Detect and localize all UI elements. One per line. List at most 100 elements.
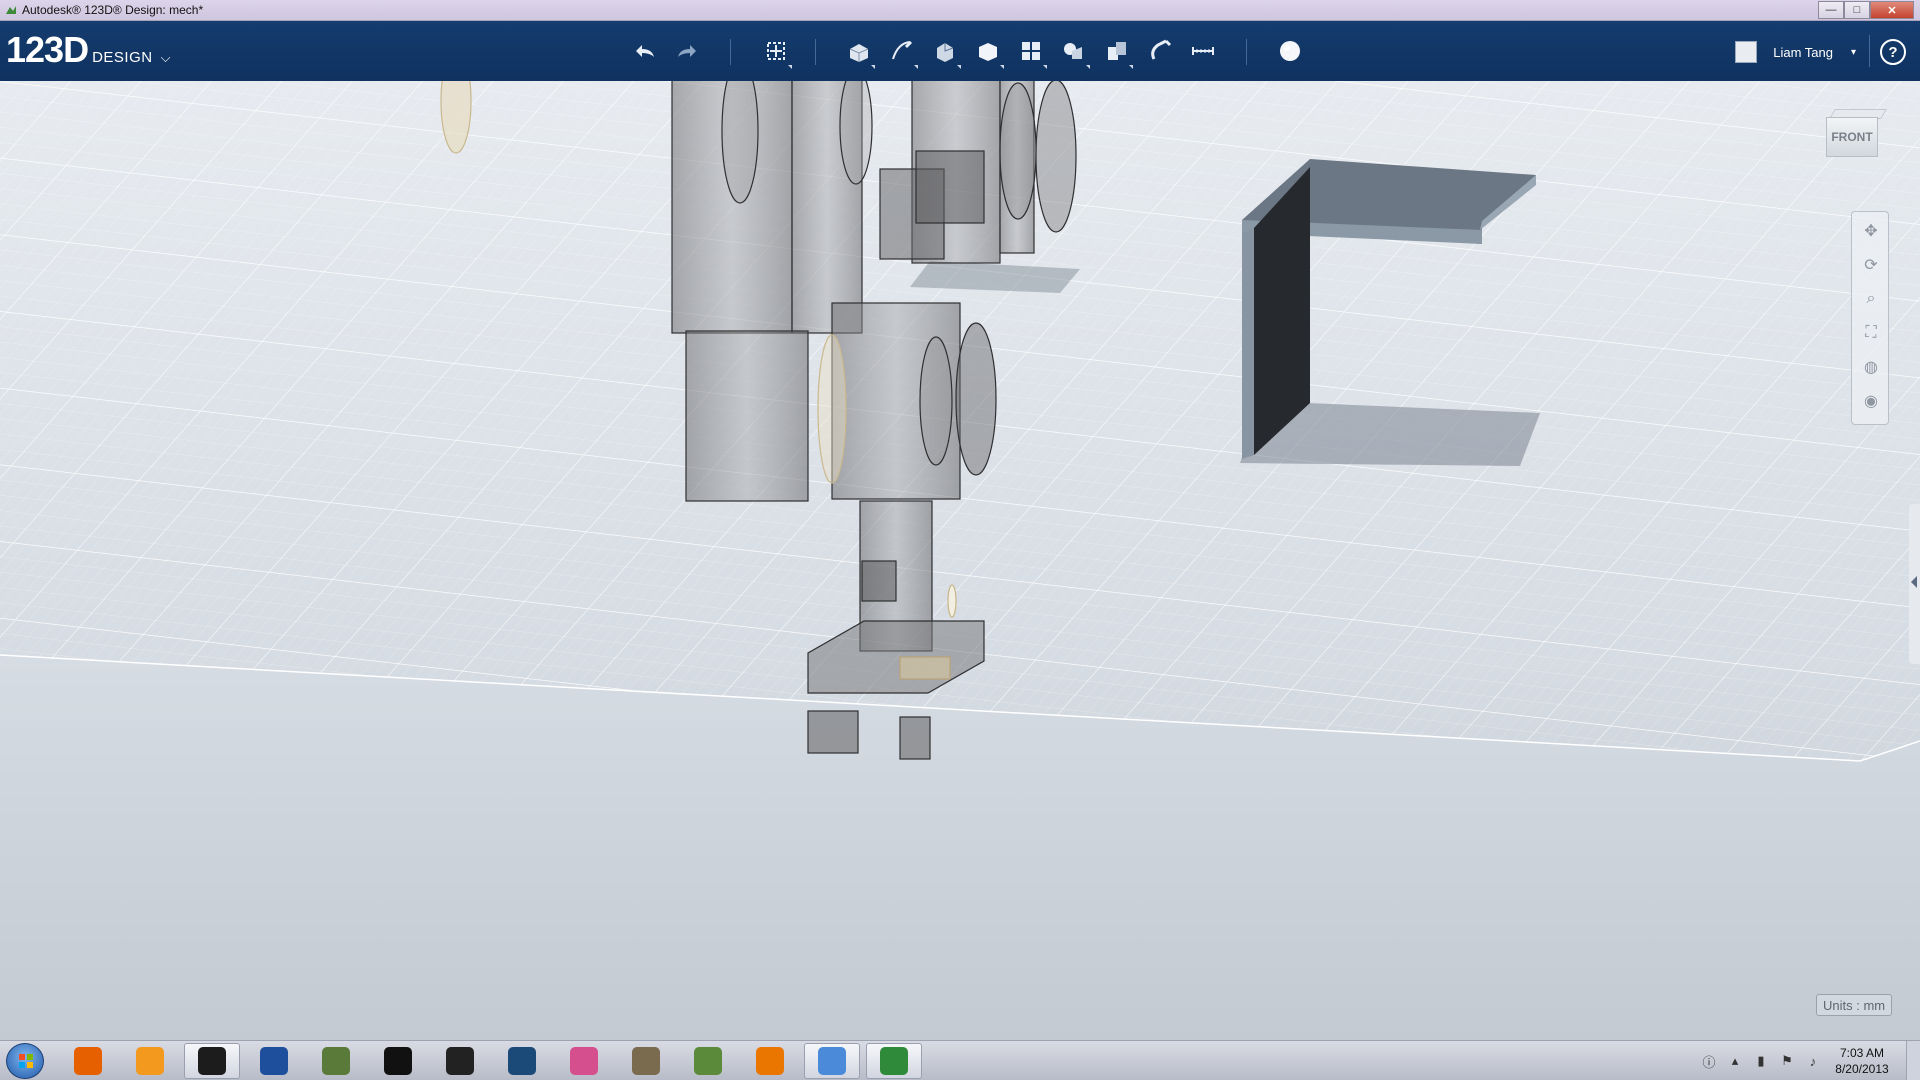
- user-menu[interactable]: Liam Tang ▾: [1735, 41, 1856, 63]
- firefox-icon: [74, 1047, 102, 1075]
- taskbar-app-button[interactable]: [308, 1043, 364, 1079]
- minimize-button[interactable]: —: [1818, 1, 1844, 19]
- maximize-button[interactable]: □: [1844, 1, 1870, 19]
- fit-icon: ⛶: [1865, 324, 1877, 341]
- combine-icon: [1108, 42, 1126, 60]
- view-cube[interactable]: FRONT: [1822, 107, 1887, 159]
- volume-icon[interactable]: ♪: [1804, 1052, 1822, 1070]
- zoom-icon: ⌕: [1866, 290, 1876, 307]
- 3d-viewport[interactable]: FRONT ✥ ⟳ ⌕ ⛶ ◍ ◉ Units : mm: [0, 81, 1920, 1040]
- gimp-icon: [632, 1047, 660, 1075]
- visibility-button[interactable]: ◉: [1858, 388, 1884, 414]
- taskbar-app-button[interactable]: [184, 1043, 240, 1079]
- transform-icon: [767, 42, 785, 60]
- combine-button[interactable]: [1099, 33, 1135, 69]
- taskbar-app-button[interactable]: [742, 1043, 798, 1079]
- orbit-button[interactable]: ⟳: [1858, 252, 1884, 278]
- system-tray: ⓘ ▴ ▮ ⚑ ♪ 7:03 AM 8/20/2013: [1696, 1041, 1920, 1080]
- visibility-icon: ◉: [1864, 393, 1878, 410]
- measure-button[interactable]: [1185, 33, 1221, 69]
- flag-icon[interactable]: ⚑: [1778, 1052, 1796, 1070]
- tool-dropdown-indicator: [788, 65, 792, 69]
- primitives-button[interactable]: [841, 33, 877, 69]
- pattern-button[interactable]: [1013, 33, 1049, 69]
- snap-button[interactable]: [1142, 33, 1178, 69]
- pattern-icon: [1022, 42, 1040, 60]
- window-title: Autodesk® 123D® Design: mech*: [22, 3, 204, 17]
- redo-icon: [678, 45, 696, 57]
- tool-dropdown-indicator: [1043, 65, 1047, 69]
- tool-dropdown-indicator: [1000, 65, 1004, 69]
- toolbar-separator: [730, 39, 731, 65]
- modify-icon: [979, 43, 997, 61]
- taskbar-app-button[interactable]: [804, 1043, 860, 1079]
- tool-dropdown-indicator: [871, 65, 875, 69]
- primitives-icon: [849, 44, 869, 62]
- brand-word: DESIGN: [92, 49, 153, 66]
- undo-button[interactable]: [626, 33, 662, 69]
- sketch-button[interactable]: [884, 33, 920, 69]
- close-button[interactable]: ✕: [1870, 1, 1914, 19]
- taskbar-app-button[interactable]: [122, 1043, 178, 1079]
- toolbar-separator: [1246, 39, 1247, 65]
- orbit-icon: ⟳: [1864, 257, 1878, 274]
- units-button[interactable]: Units : mm: [1816, 994, 1893, 1016]
- taskbar-app-button[interactable]: [618, 1043, 674, 1079]
- taskbar-app-button[interactable]: [370, 1043, 426, 1079]
- pen-app-icon: [446, 1047, 474, 1075]
- taskbar-app-button[interactable]: [556, 1043, 612, 1079]
- grouping-icon: [1064, 43, 1082, 59]
- start-button[interactable]: [6, 1043, 44, 1079]
- taskbar-app-button[interactable]: [432, 1043, 488, 1079]
- user-name: Liam Tang: [1773, 44, 1833, 60]
- taskbar-app-button[interactable]: [866, 1043, 922, 1079]
- paint-app-icon: [570, 1047, 598, 1075]
- modify-button[interactable]: [970, 33, 1006, 69]
- taskbar-app-button[interactable]: [60, 1043, 116, 1079]
- show-hidden-icons-icon[interactable]: ▴: [1726, 1052, 1744, 1070]
- redo-button[interactable]: [670, 33, 706, 69]
- show-desktop-button[interactable]: [1906, 1041, 1920, 1080]
- windows-logo-icon: [19, 1054, 33, 1068]
- 123d-design-icon: [880, 1047, 908, 1075]
- minecraft-icon: [694, 1047, 722, 1075]
- hp-icon: [198, 1047, 226, 1075]
- zoom-button[interactable]: ⌕: [1858, 286, 1884, 312]
- snap-icon: [1151, 39, 1172, 60]
- transform-button[interactable]: [758, 33, 794, 69]
- app-menu-button[interactable]: 123D DESIGN ⌵: [6, 29, 170, 71]
- side-panel-toggle[interactable]: [1909, 504, 1920, 664]
- chevron-down-icon: ⌵: [160, 50, 171, 65]
- signal-icon[interactable]: ▮: [1752, 1052, 1770, 1070]
- window-title-bar: Autodesk® 123D® Design: mech* — □ ✕: [0, 0, 1920, 21]
- paint-palette-icon: [818, 1047, 846, 1075]
- pan-button[interactable]: ✥: [1858, 218, 1884, 244]
- main-toolbar: 123D DESIGN ⌵ Liam Tang ▾ ?: [0, 21, 1920, 81]
- scene-canvas: [0, 81, 1920, 1040]
- windows-taskbar: ⓘ ▴ ▮ ⚑ ♪ 7:03 AM 8/20/2013: [0, 1040, 1920, 1080]
- taskbar-app-button[interactable]: [494, 1043, 550, 1079]
- clock-time: 7:03 AM: [1839, 1046, 1885, 1060]
- measure-icon: [1192, 47, 1214, 55]
- media-player-icon: [136, 1047, 164, 1075]
- grouping-button[interactable]: [1056, 33, 1092, 69]
- clock-date: 8/20/2013: [1835, 1062, 1889, 1076]
- toolbar-separator: [815, 39, 816, 65]
- blender-icon: [756, 1047, 784, 1075]
- material-button[interactable]: [1272, 33, 1308, 69]
- help-button[interactable]: ?: [1880, 39, 1906, 65]
- visual-style-button[interactable]: ◍: [1858, 354, 1884, 380]
- view-cube-front[interactable]: FRONT: [1826, 117, 1878, 157]
- navigation-bar: ✥ ⟳ ⌕ ⛶ ◍ ◉: [1851, 211, 1889, 425]
- material-icon: [1280, 41, 1300, 61]
- fit-button[interactable]: ⛶: [1858, 320, 1884, 346]
- inkscape-icon: [322, 1047, 350, 1075]
- toolbar-separator: [1869, 35, 1870, 67]
- construct-button[interactable]: [927, 33, 963, 69]
- brand-number: 123D: [6, 29, 89, 70]
- tool-dropdown-indicator: [914, 65, 918, 69]
- taskbar-app-button[interactable]: [246, 1043, 302, 1079]
- network-app-icon[interactable]: ⓘ: [1700, 1052, 1718, 1070]
- clock[interactable]: 7:03 AM 8/20/2013: [1826, 1045, 1898, 1077]
- taskbar-app-button[interactable]: [680, 1043, 736, 1079]
